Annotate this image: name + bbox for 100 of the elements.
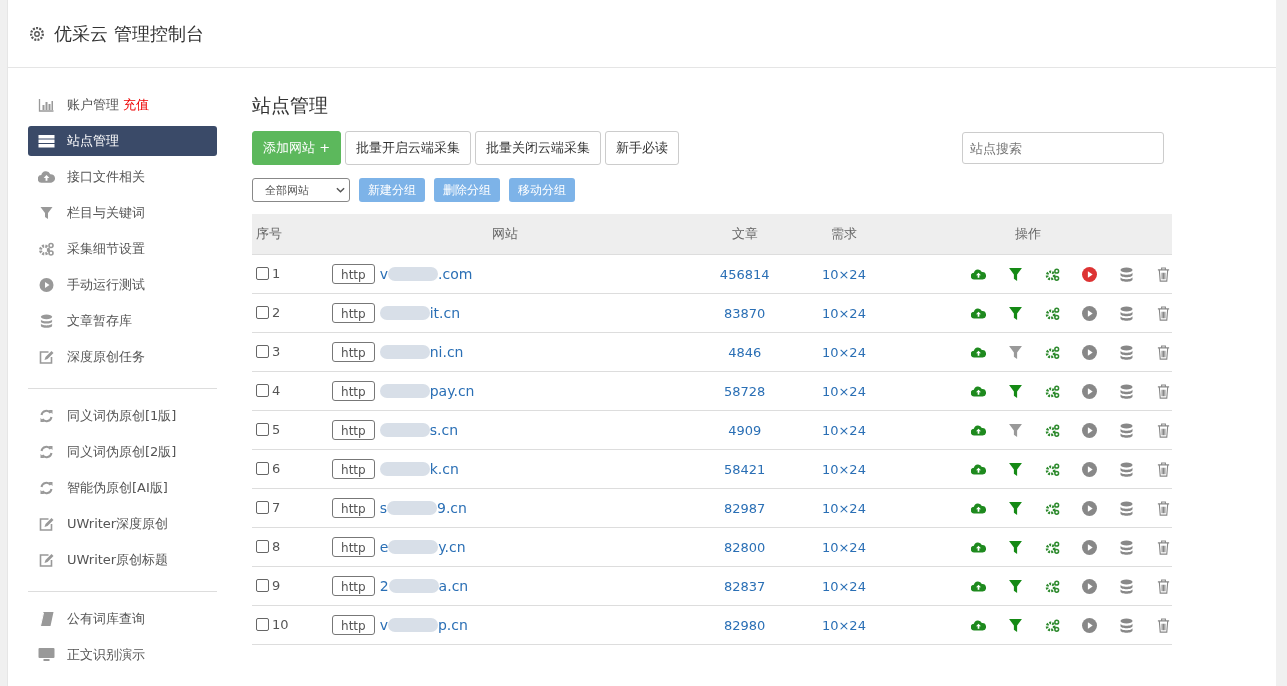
sidebar-item[interactable]: 同义词伪原创[2版] xyxy=(28,437,217,467)
protocol-tag[interactable]: http xyxy=(332,459,375,479)
row-checkbox[interactable] xyxy=(256,500,269,514)
domain-text[interactable]: v xyxy=(379,266,388,282)
database-icon[interactable] xyxy=(1119,305,1134,321)
database-icon[interactable] xyxy=(1119,461,1134,477)
play-icon[interactable] xyxy=(1082,461,1097,477)
protocol-tag[interactable]: http xyxy=(332,264,375,284)
filter-icon[interactable] xyxy=(1008,578,1023,594)
filter-icon[interactable] xyxy=(1008,539,1023,555)
protocol-tag[interactable]: http xyxy=(332,303,375,323)
row-checkbox[interactable] xyxy=(256,344,269,358)
sidebar-item[interactable]: 采集细节设置 xyxy=(28,234,217,264)
trash-icon[interactable] xyxy=(1156,383,1171,399)
gears-icon[interactable] xyxy=(1045,578,1060,594)
cloud-upload-icon[interactable] xyxy=(971,461,986,477)
domain-text[interactable]: 9.cn xyxy=(437,500,467,516)
cloud-upload-icon[interactable] xyxy=(971,617,986,633)
sidebar-item[interactable]: 正文识别演示 xyxy=(28,640,217,670)
domain-text[interactable]: pay.cn xyxy=(429,383,475,399)
gears-icon[interactable] xyxy=(1045,500,1060,516)
play-icon[interactable] xyxy=(1082,539,1097,555)
database-icon[interactable] xyxy=(1119,578,1134,594)
trash-icon[interactable] xyxy=(1156,461,1171,477)
cloud-upload-icon[interactable] xyxy=(971,266,986,282)
domain-text[interactable]: e xyxy=(379,539,389,555)
domain-text[interactable]: k.cn xyxy=(429,461,459,477)
filter-icon[interactable] xyxy=(1008,383,1023,399)
row-checkbox[interactable] xyxy=(256,617,269,631)
toolbar-button[interactable]: 新手必读 xyxy=(605,131,680,165)
database-icon[interactable] xyxy=(1119,266,1134,282)
play-icon[interactable] xyxy=(1082,578,1097,594)
domain-text[interactable]: it.cn xyxy=(429,305,461,321)
domain-text[interactable]: s xyxy=(379,500,387,516)
domain-text[interactable]: 2 xyxy=(379,578,389,594)
gears-icon[interactable] xyxy=(1045,422,1060,438)
filter-icon[interactable] xyxy=(1008,500,1023,516)
filter-icon[interactable] xyxy=(1008,344,1023,360)
toolbar-button[interactable]: 批量关闭云端采集 xyxy=(475,131,602,165)
database-icon[interactable] xyxy=(1119,500,1134,516)
cloud-upload-icon[interactable] xyxy=(971,539,986,555)
domain-text[interactable]: ni.cn xyxy=(429,344,464,360)
row-checkbox[interactable] xyxy=(256,578,269,592)
trash-icon[interactable] xyxy=(1156,617,1171,633)
domain-text[interactable]: s.cn xyxy=(429,422,458,438)
cloud-upload-icon[interactable] xyxy=(971,344,986,360)
trash-icon[interactable] xyxy=(1156,344,1171,360)
cloud-upload-icon[interactable] xyxy=(971,422,986,438)
database-icon[interactable] xyxy=(1119,539,1134,555)
domain-text[interactable]: v xyxy=(379,617,388,633)
play-icon[interactable] xyxy=(1082,617,1097,633)
gears-icon[interactable] xyxy=(1045,461,1060,477)
play-icon[interactable] xyxy=(1082,266,1097,282)
row-checkbox[interactable] xyxy=(256,461,269,475)
gears-icon[interactable] xyxy=(1045,539,1060,555)
trash-icon[interactable] xyxy=(1156,578,1171,594)
domain-text[interactable]: .com xyxy=(438,266,473,282)
trash-icon[interactable] xyxy=(1156,539,1171,555)
protocol-tag[interactable]: http xyxy=(332,381,375,401)
database-icon[interactable] xyxy=(1119,344,1134,360)
row-checkbox[interactable] xyxy=(256,422,269,436)
protocol-tag[interactable]: http xyxy=(332,537,375,557)
sidebar-item[interactable]: UWriter原创标题 xyxy=(28,545,217,575)
database-icon[interactable] xyxy=(1119,383,1134,399)
cloud-upload-icon[interactable] xyxy=(971,383,986,399)
row-checkbox[interactable] xyxy=(256,539,269,553)
sidebar-item[interactable]: UWriter深度原创 xyxy=(28,509,217,539)
gears-icon[interactable] xyxy=(1045,344,1060,360)
play-icon[interactable] xyxy=(1082,383,1097,399)
sidebar-item[interactable]: 手动运行测试 xyxy=(28,270,217,300)
sidebar-item[interactable]: 接口文件相关 xyxy=(28,162,217,192)
trash-icon[interactable] xyxy=(1156,500,1171,516)
recharge-link[interactable]: 充值 xyxy=(123,96,149,114)
domain-text[interactable]: p.cn xyxy=(438,617,468,633)
protocol-tag[interactable]: http xyxy=(332,420,375,440)
row-checkbox[interactable] xyxy=(256,266,269,280)
filter-icon[interactable] xyxy=(1008,266,1023,282)
filter-icon[interactable] xyxy=(1008,461,1023,477)
protocol-tag[interactable]: http xyxy=(332,615,375,635)
sidebar-item[interactable]: 智能伪原创[AI版] xyxy=(28,473,217,503)
play-icon[interactable] xyxy=(1082,305,1097,321)
play-icon[interactable] xyxy=(1082,500,1097,516)
cloud-upload-icon[interactable] xyxy=(971,305,986,321)
sidebar-item[interactable]: 栏目与关键词 xyxy=(28,198,217,228)
gears-icon[interactable] xyxy=(1045,617,1060,633)
gears-icon[interactable] xyxy=(1045,266,1060,282)
group-select[interactable]: 全部网站 xyxy=(252,178,350,202)
trash-icon[interactable] xyxy=(1156,305,1171,321)
sidebar-item[interactable]: 账户管理 充值 xyxy=(28,90,217,120)
database-icon[interactable] xyxy=(1119,617,1134,633)
search-field[interactable]: 站点搜索 xyxy=(962,132,1164,164)
row-checkbox[interactable] xyxy=(256,383,269,397)
protocol-tag[interactable]: http xyxy=(332,576,375,596)
domain-text[interactable]: y.cn xyxy=(438,539,466,555)
sidebar-item[interactable]: 深度原创任务 xyxy=(28,342,217,372)
domain-text[interactable]: a.cn xyxy=(438,578,469,594)
sidebar-item[interactable]: 同义词伪原创[1版] xyxy=(28,401,217,431)
database-icon[interactable] xyxy=(1119,422,1134,438)
filter-icon[interactable] xyxy=(1008,305,1023,321)
protocol-tag[interactable]: http xyxy=(332,342,375,362)
